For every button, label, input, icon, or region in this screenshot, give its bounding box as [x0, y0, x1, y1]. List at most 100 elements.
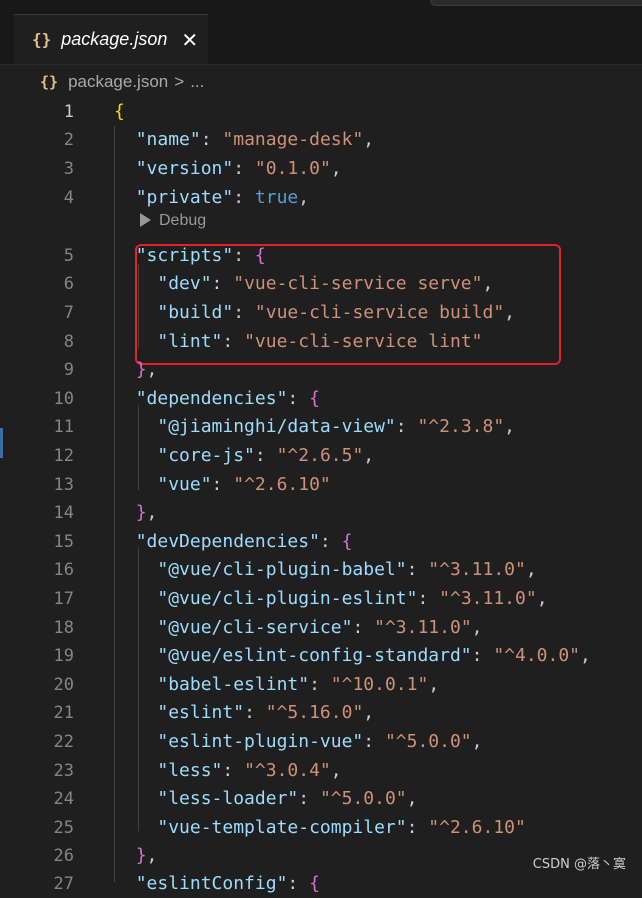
code-line[interactable]: 14 }, [0, 499, 642, 527]
code-text: "@vue/cli-service": "^3.11.0", [114, 614, 483, 642]
code-line[interactable]: 11 "@jiaminghi/data-view": "^2.3.8", [0, 413, 642, 441]
code-text: "private": true, [114, 184, 309, 212]
code-token: "version" [135, 158, 234, 179]
code-token: , [471, 617, 483, 638]
code-text: "vue-template-compiler": "^2.6.10" [114, 814, 525, 842]
code-line[interactable]: 19 "@vue/eslint-config-standard": "^4.0.… [0, 642, 642, 670]
code-line[interactable]: 2 "name": "manage-desk", [0, 126, 642, 154]
code-line[interactable]: 10 "dependencies": { [0, 385, 642, 413]
breadcrumb-more[interactable]: ... [190, 72, 204, 92]
code-token: : [287, 388, 310, 409]
code-text: "scripts": { [114, 242, 266, 270]
code-token: : [233, 158, 255, 179]
code-token: : [233, 245, 255, 266]
code-token: "vue-cli-service lint" [244, 331, 483, 352]
line-number: 25 [53, 818, 74, 838]
line-number: 2 [63, 130, 74, 150]
code-token: : [222, 760, 245, 781]
code-token: "^2.6.10" [233, 474, 331, 495]
code-token: , [146, 502, 158, 523]
line-number: 23 [53, 761, 74, 781]
breadcrumb-file[interactable]: package.json [68, 72, 168, 92]
code-line[interactable]: 1{ [0, 98, 642, 126]
code-token: : [233, 187, 255, 208]
code-token: , [146, 845, 158, 866]
code-token: "dev" [157, 273, 212, 294]
code-line[interactable]: 4 "private": true, [0, 184, 642, 212]
breadcrumb-separator: > [174, 72, 185, 91]
tab-package-json[interactable]: {} package.json ✕ [14, 14, 208, 64]
line-number: 21 [53, 703, 74, 723]
code-line[interactable]: 12 "core-js": "^2.6.5", [0, 442, 642, 470]
code-token: "lint" [157, 331, 223, 352]
line-number: 8 [63, 332, 74, 352]
code-line[interactable]: 20 "babel-eslint": "^10.0.1", [0, 671, 642, 699]
debug-codelens[interactable]: Debug [140, 210, 206, 232]
code-line[interactable]: 18 "@vue/cli-service": "^3.11.0", [0, 614, 642, 642]
code-line[interactable]: 6 "dev": "vue-cli-service serve", [0, 270, 642, 298]
code-line[interactable]: 21 "eslint": "^5.16.0", [0, 699, 642, 727]
code-token: , [363, 445, 375, 466]
code-line[interactable]: 3 "version": "0.1.0", [0, 155, 642, 183]
line-number: 26 [53, 846, 74, 866]
code-text: "dev": "vue-cli-service serve", [114, 270, 493, 298]
code-line[interactable]: 22 "eslint-plugin-vue": "^5.0.0", [0, 728, 642, 756]
code-token: : [406, 817, 429, 838]
code-token: } [135, 845, 147, 866]
code-token: "vue-cli-service serve" [233, 273, 483, 294]
tab-title: package.json [61, 29, 168, 49]
code-text: "vue": "^2.6.10" [114, 471, 331, 499]
code-token: , [525, 559, 537, 580]
json-file-icon: {} [40, 73, 59, 91]
line-number: 15 [53, 532, 74, 552]
code-line[interactable]: 15 "devDependencies": { [0, 528, 642, 556]
code-token: } [135, 502, 147, 523]
line-number: 14 [53, 503, 74, 523]
code-line[interactable]: 23 "less": "^3.0.4", [0, 757, 642, 785]
code-line[interactable]: 5 "scripts": { [0, 242, 642, 270]
line-number: 20 [53, 675, 74, 695]
code-token: "@vue/cli-plugin-babel" [157, 559, 407, 580]
code-text: "less": "^3.0.4", [114, 757, 341, 785]
code-text: "devDependencies": { [114, 528, 353, 556]
code-token: , [298, 187, 310, 208]
code-token: "devDependencies" [135, 531, 320, 552]
code-token: "manage-desk" [222, 129, 364, 150]
code-token: : [395, 416, 418, 437]
code-line[interactable]: 8 "lint": "vue-cli-service lint" [0, 328, 642, 356]
code-token: { [254, 245, 266, 266]
code-token: "eslintConfig" [135, 873, 288, 894]
code-line[interactable]: 9 }, [0, 356, 642, 384]
code-token: : [287, 873, 310, 894]
code-line[interactable]: 17 "@vue/cli-plugin-eslint": "^3.11.0", [0, 585, 642, 613]
code-token: , [363, 129, 375, 150]
code-line[interactable]: 13 "vue": "^2.6.10" [0, 471, 642, 499]
code-text: "@vue/cli-plugin-eslint": "^3.11.0", [114, 585, 547, 613]
code-text: "name": "manage-desk", [114, 126, 374, 154]
tab-bar: {} package.json ✕ [0, 0, 642, 65]
code-text: "@vue/cli-plugin-babel": "^3.11.0", [114, 556, 537, 584]
code-line[interactable]: 27 "eslintConfig": { [0, 870, 642, 898]
code-token: "0.1.0" [254, 158, 331, 179]
code-token: , [363, 702, 375, 723]
code-line[interactable]: 25 "vue-template-compiler": "^2.6.10" [0, 814, 642, 842]
code-token: : [298, 788, 320, 809]
code-line[interactable]: 16 "@vue/cli-plugin-babel": "^3.11.0", [0, 556, 642, 584]
close-icon[interactable]: ✕ [181, 28, 198, 52]
code-text: "dependencies": { [114, 385, 320, 413]
code-token: : [309, 674, 331, 695]
code-editor[interactable]: Debug 1{2 "name": "manage-desk", 3 "versi… [0, 98, 642, 894]
line-number: 4 [63, 188, 74, 208]
code-line[interactable]: 7 "build": "vue-cli-service build", [0, 299, 642, 327]
play-icon [140, 213, 151, 227]
code-line[interactable]: 24 "less-loader": "^5.0.0", [0, 785, 642, 813]
code-token: "name" [135, 129, 201, 150]
